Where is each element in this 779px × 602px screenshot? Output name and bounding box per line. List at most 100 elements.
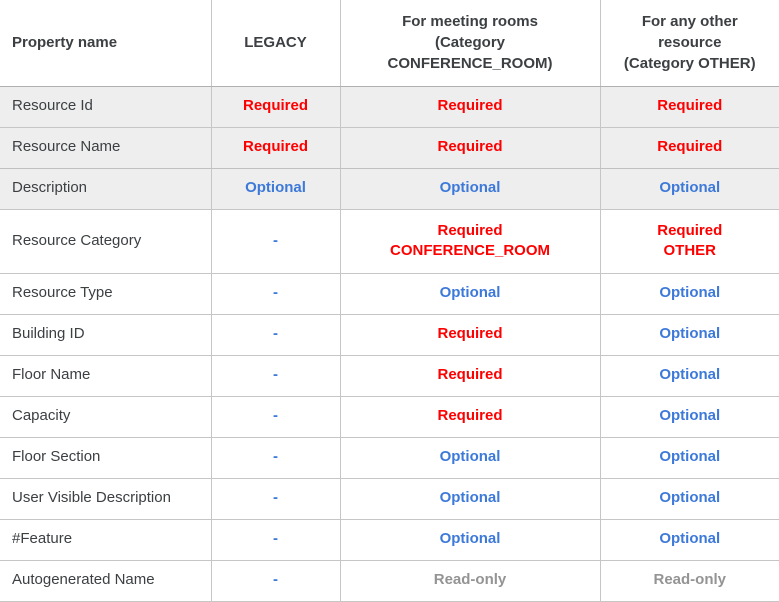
status-value: - (273, 325, 278, 343)
table-row: Autogenerated Name - Read-only Read-only (0, 560, 779, 602)
column-header-conference-room-line2: (Category (434, 34, 505, 52)
conference-room-cell: Optional (340, 519, 601, 561)
status-value: - (273, 489, 278, 507)
table-row: Resource Type - Optional Optional (0, 273, 779, 315)
status-value: Required (242, 138, 308, 156)
status-value: Required (437, 325, 503, 343)
property-name-cell: Resource Type (0, 273, 212, 315)
other-cell: Required (600, 127, 779, 169)
status-value: Required (242, 97, 308, 115)
status-value: Required (657, 97, 723, 115)
conference-room-cell: Read-only (340, 560, 601, 602)
table-body: Resource Id Required Required Required R… (0, 86, 779, 602)
other-cell: Optional (600, 355, 779, 397)
status-value: Optional (245, 179, 306, 197)
conference-room-cell: Required (340, 314, 601, 356)
column-header-other-line1: For any other (641, 12, 738, 30)
column-header-property-name: Property name (0, 0, 212, 87)
status-value: Read-only (653, 571, 726, 589)
other-cell: Required (600, 86, 779, 128)
other-cell: Required OTHER (600, 209, 779, 274)
status-value: Optional (659, 489, 721, 507)
conference-room-cell: Optional (340, 273, 601, 315)
status-value: Required (437, 366, 503, 384)
column-header-legacy: LEGACY (211, 0, 341, 87)
status-value: - (273, 407, 278, 425)
table-row: Floor Section - Optional Optional (0, 437, 779, 479)
status-value: Required (657, 138, 723, 156)
status-value: - (273, 366, 278, 384)
table-header: Property name LEGACY For meeting rooms (… (0, 0, 779, 87)
property-name-cell: Resource Name (0, 127, 212, 169)
other-cell: Optional (600, 273, 779, 315)
property-name-cell: #Feature (0, 519, 212, 561)
table-header-row: Property name LEGACY For meeting rooms (… (0, 0, 779, 87)
other-cell: Optional (600, 168, 779, 210)
table-row: User Visible Description - Optional Opti… (0, 478, 779, 520)
conference-room-cell: Required (340, 86, 601, 128)
legacy-cell: - (211, 209, 341, 274)
legacy-cell: Required (211, 86, 341, 128)
status-value: Optional (439, 179, 501, 197)
other-cell: Read-only (600, 560, 779, 602)
legacy-cell: - (211, 314, 341, 356)
column-header-conference-room: For meeting rooms (Category CONFERENCE_R… (340, 0, 601, 87)
conference-room-cell: Optional (340, 437, 601, 479)
property-name-cell: Capacity (0, 396, 212, 438)
conference-room-cell: Optional (340, 168, 601, 210)
legacy-cell: - (211, 396, 341, 438)
status-value-detail: OTHER (663, 242, 717, 259)
property-name-cell: Resource Category (0, 209, 212, 274)
table-row: Description Optional Optional Optional (0, 168, 779, 210)
status-value: Optional (659, 284, 721, 302)
status-value: - (273, 530, 278, 548)
column-header-other-line3: (Category OTHER) (623, 55, 756, 73)
legacy-cell: - (211, 519, 341, 561)
status-value: - (273, 284, 278, 302)
legacy-cell: Optional (211, 168, 341, 210)
column-header-other: For any other resource (Category OTHER) (600, 0, 779, 87)
status-value: Read-only (433, 571, 507, 589)
legacy-cell: - (211, 478, 341, 520)
status-value: Optional (659, 366, 721, 384)
status-value: Optional (439, 448, 501, 466)
column-header-other-line2: resource (658, 34, 722, 52)
property-name-cell: User Visible Description (0, 478, 212, 520)
table-row: Capacity - Required Optional (0, 396, 779, 438)
resource-property-requirements-table: Property name LEGACY For meeting rooms (… (0, 0, 779, 602)
status-value: Optional (439, 284, 501, 302)
other-cell: Optional (600, 314, 779, 356)
property-name-cell: Resource Id (0, 86, 212, 128)
legacy-cell: - (211, 560, 341, 602)
status-value: Optional (439, 530, 501, 548)
status-value: Required (437, 221, 503, 239)
status-value: Required (437, 407, 503, 425)
table-row: Floor Name - Required Optional (0, 355, 779, 397)
conference-room-cell: Required (340, 355, 601, 397)
other-cell: Optional (600, 519, 779, 561)
column-header-conference-room-line3: CONFERENCE_ROOM) (387, 55, 553, 73)
table-row: Resource Category - Required CONFERENCE_… (0, 209, 779, 274)
table-row: Building ID - Required Optional (0, 314, 779, 356)
column-header-conference-room-line1: For meeting rooms (402, 12, 538, 30)
other-cell: Optional (600, 437, 779, 479)
legacy-cell: - (211, 437, 341, 479)
status-value: Optional (659, 407, 721, 425)
table-row: Resource Name Required Required Required (0, 127, 779, 169)
status-value: Optional (659, 530, 721, 548)
conference-room-cell: Required (340, 127, 601, 169)
conference-room-cell: Required (340, 396, 601, 438)
conference-room-cell: Required CONFERENCE_ROOM (340, 209, 601, 274)
status-value: - (273, 571, 278, 589)
status-value-detail: CONFERENCE_ROOM (389, 242, 550, 259)
table-row: Resource Id Required Required Required (0, 86, 779, 128)
status-value: - (273, 448, 278, 466)
other-cell: Optional (600, 478, 779, 520)
other-cell: Optional (600, 396, 779, 438)
status-value: Optional (659, 325, 721, 343)
conference-room-cell: Optional (340, 478, 601, 520)
table-row: #Feature - Optional Optional (0, 519, 779, 561)
status-value: Required (437, 138, 503, 156)
property-name-cell: Autogenerated Name (0, 560, 212, 602)
property-name-cell: Floor Name (0, 355, 212, 397)
